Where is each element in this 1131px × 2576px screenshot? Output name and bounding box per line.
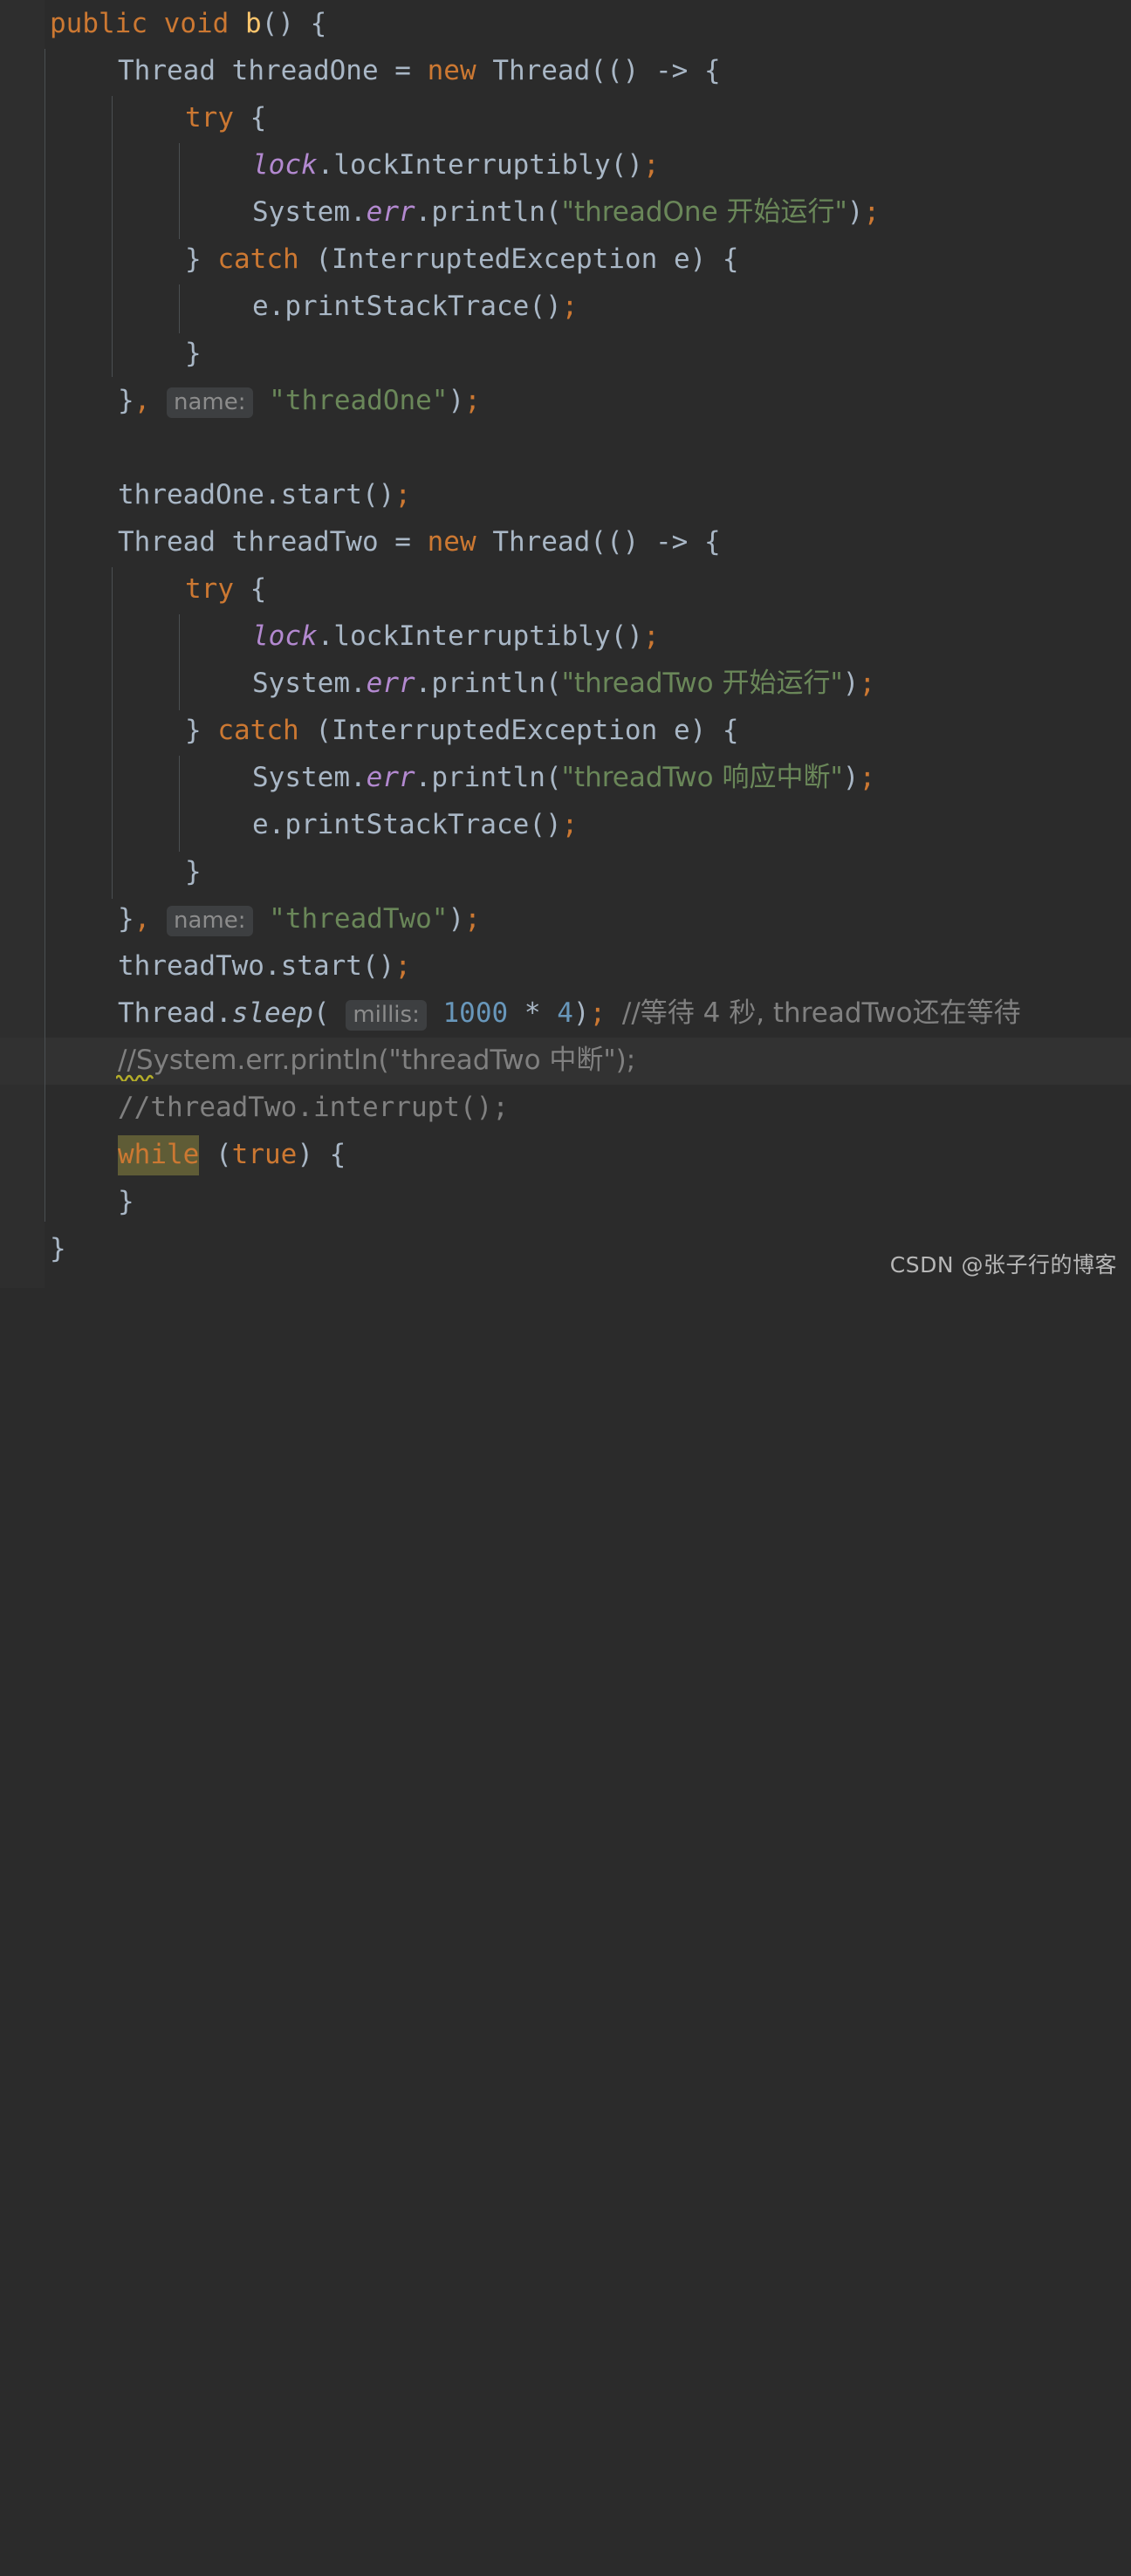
csdn-watermark: CSDN @张子行的博客 (889, 1252, 1117, 1278)
code-line-21[interactable]: threadTwo.start(); (118, 942, 411, 990)
type-interrupted-exception: InterruptedException (331, 243, 658, 275)
type-interrupted-exception-2: InterruptedException (331, 715, 658, 746)
string-thread-one-name: "threadOne" (269, 385, 449, 416)
method-name-b: b (244, 8, 262, 39)
code-line-6[interactable]: } catch (InterruptedException e) { (185, 236, 739, 283)
keyword-new: new (427, 55, 476, 86)
code-line-3[interactable]: try { (185, 94, 266, 141)
code-line-20[interactable]: }, name: "threadTwo"); (118, 895, 481, 942)
code-line-5[interactable]: System.err.println("threadOne 开始运行"); (252, 188, 880, 236)
field-lock-2: lock (252, 620, 318, 652)
method-start: start (280, 479, 362, 510)
lambda-arrow: -> (655, 55, 689, 86)
keyword-try: try (185, 102, 234, 134)
code-line-14[interactable]: lock.lockInterruptibly(); (252, 613, 660, 660)
field-err-2: err (366, 668, 415, 699)
code-line-1[interactable]: public void b() { (50, 0, 326, 47)
code-line-26[interactable]: } (118, 1178, 134, 1225)
var-thread-one: threadOne (231, 55, 379, 86)
code-line-11[interactable]: threadOne.start(); (118, 471, 411, 518)
keyword-void: void (163, 8, 230, 39)
number-1000: 1000 (442, 997, 509, 1029)
type-thread-ctor-2: Thread (492, 526, 591, 558)
type-thread-2: Thread (118, 526, 216, 558)
code-text-layer[interactable]: public void b() { Thread threadOne = new… (0, 0, 1131, 1288)
string-thread-two-start: "threadTwo 开始运行" (561, 668, 843, 699)
param-hint-name-2[interactable]: name: (167, 906, 253, 936)
code-line-16[interactable]: } catch (InterruptedException e) { (185, 707, 739, 754)
code-line-19[interactable]: } (185, 848, 202, 895)
method-start-2: start (280, 950, 362, 982)
method-lock-interruptibly-2: lockInterruptibly (333, 620, 611, 652)
code-line-4[interactable]: lock.lockInterruptibly(); (252, 141, 660, 188)
code-line-7[interactable]: e.printStackTrace(); (252, 283, 578, 330)
string-thread-one-start: "threadOne 开始运行" (561, 196, 847, 228)
keyword-catch: catch (217, 243, 299, 275)
operator-multiply: * (524, 997, 541, 1029)
param-hint-millis[interactable]: millis: (346, 1000, 427, 1031)
method-println-3: println (431, 762, 545, 793)
param-hint-name[interactable]: name: (167, 387, 253, 418)
number-4: 4 (557, 997, 573, 1029)
warning-squiggle-icon (116, 1072, 154, 1081)
code-line-10-blank[interactable] (118, 424, 134, 471)
field-lock: lock (252, 149, 318, 181)
code-line-25[interactable]: while (true) { (118, 1131, 346, 1178)
lambda-arrow-2: -> (655, 526, 689, 558)
var-thread-two: threadTwo (231, 526, 379, 558)
var-e-2: e (673, 715, 690, 746)
keyword-true: true (231, 1139, 298, 1170)
code-line-18[interactable]: e.printStackTrace(); (252, 801, 578, 848)
code-line-15[interactable]: System.err.println("threadTwo 开始运行"); (252, 660, 875, 707)
var-e-ref: e (252, 291, 269, 322)
code-line-2[interactable]: Thread threadOne = new Thread(() -> { (118, 47, 721, 94)
method-print-stack-trace-2: printStackTrace (284, 809, 530, 840)
method-println-2: println (431, 668, 545, 699)
var-thread-one-ref: threadOne (118, 479, 264, 510)
code-line-24[interactable]: //threadTwo.interrupt(); (118, 1084, 509, 1131)
code-line-8[interactable]: } (185, 330, 202, 377)
string-thread-two-name: "threadTwo" (269, 903, 449, 935)
method-print-stack-trace: printStackTrace (284, 291, 530, 322)
code-line-27[interactable]: } (50, 1225, 66, 1272)
type-thread-3: Thread (118, 997, 216, 1029)
code-line-9[interactable]: }, name: "threadOne"); (118, 377, 481, 424)
method-println: println (431, 196, 545, 228)
type-thread: Thread (118, 55, 216, 86)
comment-wait: //等待 4 秒, threadTwo还在等待 (621, 997, 1021, 1029)
var-thread-two-ref: threadTwo (118, 950, 264, 982)
keyword-public: public (50, 8, 147, 39)
code-editor[interactable]: public void b() { Thread threadOne = new… (0, 0, 1131, 1288)
field-err-3: err (366, 762, 415, 793)
code-line-12[interactable]: Thread threadTwo = new Thread(() -> { (118, 518, 721, 565)
comment-commented-println: //System.err.println("threadTwo 中断"); (118, 1045, 636, 1076)
keyword-while: while (118, 1135, 200, 1175)
var-e-ref-2: e (252, 809, 269, 840)
keyword-try-2: try (185, 573, 234, 605)
code-line-23[interactable]: //System.err.println("threadTwo 中断"); (118, 1037, 635, 1084)
type-thread-ctor: Thread (492, 55, 591, 86)
squiggle-svg (116, 1074, 154, 1081)
field-err: err (366, 196, 415, 228)
var-e: e (673, 243, 690, 275)
comment-commented-interrupt: //threadTwo.interrupt(); (118, 1092, 509, 1123)
keyword-catch-2: catch (217, 715, 299, 746)
string-thread-two-interrupted: "threadTwo 响应中断" (561, 762, 843, 793)
method-lock-interruptibly: lockInterruptibly (333, 149, 611, 181)
code-line-22[interactable]: Thread.sleep( millis: 1000 * 4); //等待 4 … (118, 990, 1021, 1037)
class-system-2: System (252, 668, 350, 699)
class-system-3: System (252, 762, 350, 793)
code-line-17[interactable]: System.err.println("threadTwo 响应中断"); (252, 754, 875, 801)
class-system: System (252, 196, 350, 228)
keyword-new-2: new (427, 526, 476, 558)
method-sleep: sleep (231, 997, 313, 1029)
code-line-13[interactable]: try { (185, 565, 266, 613)
